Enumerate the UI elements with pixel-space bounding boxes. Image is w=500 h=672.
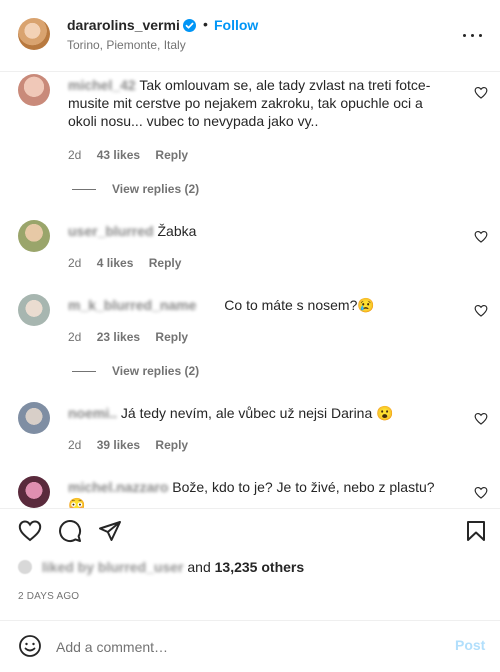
comment-time: 2d	[68, 330, 82, 344]
comments-list[interactable]: michel_42 Tak omlouvam se, ale tady zvla…	[0, 72, 500, 508]
comment-meta: 2d 4 likes Reply	[68, 256, 193, 270]
heart-icon[interactable]	[474, 86, 488, 99]
comment-text: Žabka	[157, 223, 197, 239]
reply-button[interactable]: Reply	[155, 330, 188, 344]
comment-body: user_blurred Žabka	[68, 222, 448, 240]
separator-dot: •	[203, 16, 208, 32]
post-button[interactable]: Post	[455, 637, 485, 653]
commenter-username[interactable]: m_k_blurred_name	[68, 297, 196, 313]
reply-button[interactable]: Reply	[155, 148, 188, 162]
comment-likes[interactable]: 4 likes	[97, 256, 134, 270]
heart-icon[interactable]	[474, 486, 488, 499]
liker-avatar	[18, 560, 32, 574]
heart-icon[interactable]	[474, 412, 488, 425]
comment-likes[interactable]: 43 likes	[97, 148, 140, 162]
follow-button[interactable]: Follow	[214, 17, 258, 33]
post-header: dararolins_vermi • Follow Torino, Piemon…	[0, 0, 500, 72]
likes-count[interactable]: 13,235 others	[215, 559, 305, 575]
comment-meta: 2d 23 likes Reply	[68, 330, 200, 344]
view-replies-label: View replies (2)	[112, 182, 200, 196]
comment-meta: 2d 43 likes Reply	[68, 148, 200, 162]
likes-and: and	[187, 559, 211, 575]
comment-text: Co to máte s nosem?😢	[224, 297, 375, 313]
view-replies-label: View replies (2)	[112, 364, 200, 378]
post-actions: liked by blurred_user and 13,235 others …	[0, 508, 500, 620]
commenter-username[interactable]: noemi..	[68, 405, 117, 421]
add-comment-bar: Post	[0, 620, 500, 672]
comment-time: 2d	[68, 438, 82, 452]
share-icon[interactable]	[98, 519, 122, 543]
more-options-icon[interactable]	[462, 28, 484, 42]
commenter-username[interactable]: michel.nazzaro	[68, 479, 168, 495]
commenter-avatar[interactable]	[18, 220, 50, 252]
bookmark-icon[interactable]	[464, 519, 488, 543]
emoji-icon[interactable]	[18, 634, 42, 658]
comment-input[interactable]	[56, 635, 436, 659]
comment-body: m_k_blurred_name Co to máte s nosem?😢	[68, 296, 448, 314]
author-username[interactable]: dararolins_vermi	[67, 17, 180, 33]
commenter-username[interactable]: user_blurred	[68, 223, 154, 239]
post-location[interactable]: Torino, Piemonte, Italy	[67, 38, 186, 52]
commenter-avatar[interactable]	[18, 476, 50, 508]
heart-icon[interactable]	[18, 519, 42, 543]
replies-divider	[72, 189, 96, 191]
comment-icon[interactable]	[58, 519, 82, 543]
comment-body: michel_42 Tak omlouvam se, ale tady zvla…	[68, 76, 448, 130]
commenter-avatar[interactable]	[18, 74, 50, 106]
comment-text: Já tedy nevím, ale vůbec už nejsi Darina…	[120, 405, 394, 421]
view-replies-button[interactable]: View replies (2)	[72, 364, 199, 378]
author-avatar[interactable]	[18, 18, 50, 50]
commenter-avatar[interactable]	[18, 402, 50, 434]
comment-likes[interactable]: 39 likes	[97, 438, 140, 452]
verified-icon	[183, 19, 196, 32]
comment-body: michel.nazzaro Bože, kdo to je? Je to ži…	[68, 478, 448, 508]
reply-button[interactable]: Reply	[155, 438, 188, 452]
comment-body: noemi.. Já tedy nevím, ale vůbec už nejs…	[68, 404, 448, 422]
likes-summary[interactable]: liked by blurred_user and 13,235 others	[18, 559, 304, 575]
comment-time: 2d	[68, 256, 82, 270]
comment-meta: 2d 39 likes Reply	[68, 438, 200, 452]
reply-button[interactable]: Reply	[149, 256, 182, 270]
commenter-username[interactable]: michel_42	[68, 77, 136, 93]
liked-by-users[interactable]: liked by blurred_user	[42, 559, 184, 575]
replies-divider	[72, 371, 96, 373]
heart-icon[interactable]	[474, 230, 488, 243]
comment-likes[interactable]: 23 likes	[97, 330, 140, 344]
heart-icon[interactable]	[474, 304, 488, 317]
comment-time: 2d	[68, 148, 82, 162]
post-time-ago[interactable]: 2 DAYS AGO	[18, 591, 79, 602]
commenter-avatar[interactable]	[18, 294, 50, 326]
view-replies-button[interactable]: View replies (2)	[72, 182, 199, 196]
